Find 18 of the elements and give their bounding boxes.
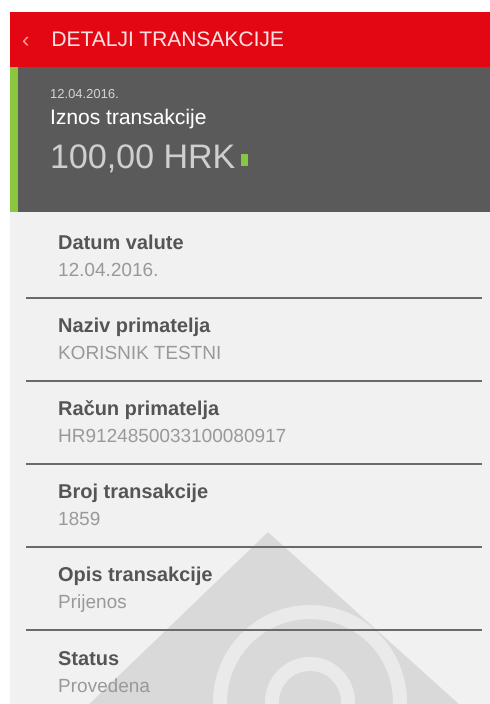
back-button[interactable]: ‹ (22, 28, 30, 50)
screen-title: DETALJI TRANSAKCIJE (51, 26, 284, 53)
detail-label: Račun primatelja (58, 396, 220, 422)
detail-label: Status (58, 646, 120, 672)
status-marker-icon (241, 154, 248, 166)
transaction-date: 12.04.2016. (50, 85, 120, 103)
detail-value: Prijenos (58, 590, 128, 614)
detail-label: Opis transakcije (58, 562, 214, 588)
detail-label: Naziv primatelja (58, 314, 212, 338)
detail-value: HR9124850033100080917 (58, 424, 288, 448)
amount-label: Iznos transakcije (50, 105, 208, 131)
detail-label: Broj transakcije (58, 480, 210, 504)
detail-value: 1859 (58, 508, 102, 532)
amount-value: 100,00 HRK (50, 137, 236, 177)
detail-value: 12.04.2016. (58, 258, 160, 282)
detail-value: Provedena (58, 674, 151, 698)
detail-label: Datum valute (58, 230, 185, 256)
detail-value: KORISNIK TESTNI (58, 342, 222, 366)
